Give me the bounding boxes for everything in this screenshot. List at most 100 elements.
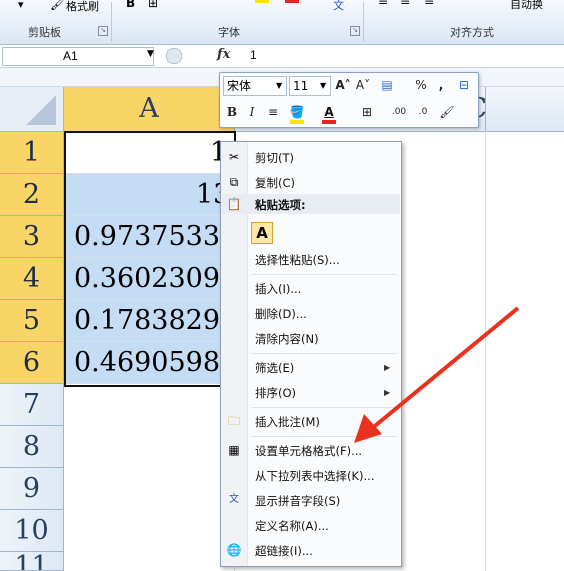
name-box[interactable]: A1 ▼ xyxy=(2,47,154,66)
formula-bar-resize-handle[interactable] xyxy=(166,48,182,64)
font-size-dropdown[interactable]: 11 ▼ xyxy=(289,76,331,96)
font-color-icon[interactable]: A xyxy=(320,103,338,121)
borders-icon[interactable]: ⊞ xyxy=(358,103,376,121)
align-left-icon[interactable]: ≡ xyxy=(378,0,388,8)
font-color-swatch xyxy=(322,120,336,124)
border-button-partial[interactable]: ⊞ xyxy=(148,0,158,10)
row-header-9[interactable]: 9 xyxy=(0,468,64,510)
insert-function-button[interactable]: fx xyxy=(217,47,230,62)
select-all-triangle-icon xyxy=(26,95,56,125)
cell-a5-value: 0.1783829 xyxy=(74,305,221,336)
menu-item-clear-contents-label: 清除内容(N) xyxy=(255,332,319,346)
formula-input[interactable]: 1 xyxy=(250,48,257,62)
mini-toolbar: 宋体 ▼ 11 ▼ A˄ A˅ ▤ % , ⊟ B I ≡ 🪣 A ⊞ .00 … xyxy=(219,72,479,128)
format-painter-icon: 🖌 xyxy=(50,0,66,11)
menu-item-insert-comment-label: 插入批注(M) xyxy=(255,415,320,429)
font-launcher-icon[interactable]: ↘ xyxy=(350,26,360,36)
format-painter-button[interactable]: 格式刷 xyxy=(66,0,99,14)
increase-decimal-icon[interactable]: .00 xyxy=(390,103,408,121)
row-header-5[interactable]: 5 xyxy=(0,300,64,342)
phonetic-icon: 文 xyxy=(229,494,239,505)
menu-item-copy-label: 复制(C) xyxy=(255,176,296,190)
cell-a1[interactable]: 1 xyxy=(64,132,234,174)
decrease-font-icon[interactable]: A˅ xyxy=(354,76,372,94)
increase-font-icon[interactable]: A˄ xyxy=(334,76,352,94)
decrease-decimal-icon[interactable]: .0 xyxy=(414,103,432,121)
name-box-dropdown-icon[interactable]: ▼ xyxy=(147,49,154,59)
cell-a3-value: 0.9737533 xyxy=(74,221,221,252)
annotation-arrow-icon xyxy=(354,306,520,443)
fill-color-icon[interactable] xyxy=(255,0,269,3)
cell-a6[interactable]: 0.4690598 xyxy=(64,342,234,384)
bold-icon[interactable]: B xyxy=(223,103,241,121)
copy-icon: ⧉ xyxy=(229,175,239,189)
wrap-text-button-partial[interactable]: 自动换 xyxy=(510,0,543,12)
ribbon: ▾ 🖌 格式刷 剪贴板 ↘ B ⊞ 文 字体 ↘ ≡ ≡ ≡ 自动换 对齐方式 xyxy=(0,0,564,45)
row-header-6[interactable]: 6 xyxy=(0,342,64,384)
paste-icon: 📋 xyxy=(226,197,242,211)
annotation-arrow-head xyxy=(354,414,382,443)
cell-a5[interactable]: 0.1783829 xyxy=(64,300,234,342)
menu-item-pick-from-list[interactable]: 从下拉列表中选择(K)... xyxy=(221,464,401,486)
cell-a4-value: 0.3602309 xyxy=(74,263,221,294)
clipboard-group-label: 剪贴板 xyxy=(28,26,61,39)
menu-item-paste-special-label: 选择性粘贴(S)... xyxy=(255,253,340,267)
cell-a2[interactable]: 13 xyxy=(64,174,234,216)
row-header-10[interactable]: 10 xyxy=(0,510,64,552)
row-header-4[interactable]: 4 xyxy=(0,258,64,300)
name-box-value: A1 xyxy=(63,49,78,63)
row-header-7[interactable]: 7 xyxy=(0,384,64,426)
paste-options-label: 粘贴选项: xyxy=(255,198,306,212)
percent-style-button[interactable]: % xyxy=(412,76,430,94)
menu-item-hyperlink[interactable]: 🌐 超链接(I)... xyxy=(221,539,401,561)
accounting-format-icon[interactable]: ▤ xyxy=(378,76,396,94)
row-header-11[interactable]: 11 xyxy=(0,552,64,571)
menu-item-define-name-label: 定义名称(A)... xyxy=(255,519,329,533)
menu-item-define-name[interactable]: 定义名称(A)... xyxy=(221,514,401,536)
formula-bar: A1 ▼ fx 1 xyxy=(0,45,564,68)
italic-icon[interactable]: I xyxy=(243,103,261,121)
paste-values-button[interactable]: A xyxy=(251,222,273,244)
cell-a3[interactable]: 0.9737533 xyxy=(64,216,234,258)
comma-style-button[interactable]: , xyxy=(432,76,450,94)
font-name-dropdown[interactable]: 宋体 ▼ xyxy=(223,76,287,96)
menu-item-filter-label: 筛选(E) xyxy=(255,361,295,375)
format-painter-icon[interactable]: 🖌 xyxy=(438,103,456,121)
hyperlink-icon: 🌐 xyxy=(226,543,242,557)
row-header-2[interactable]: 2 xyxy=(0,174,64,216)
cell-a4[interactable]: 0.3602309 xyxy=(64,258,234,300)
ribbon-separator xyxy=(363,2,364,42)
menu-item-insert[interactable]: 插入(I)... xyxy=(221,277,401,299)
chevron-down-icon: ▼ xyxy=(276,81,283,90)
menu-item-cut[interactable]: ✂ 剪切(T) xyxy=(221,146,401,168)
bold-button-partial[interactable]: B xyxy=(126,0,135,10)
column-header-a[interactable]: A xyxy=(64,87,235,132)
align-right-icon[interactable]: ≡ xyxy=(424,0,434,8)
row-header-8[interactable]: 8 xyxy=(0,426,64,468)
scissors-icon: ✂ xyxy=(228,150,240,164)
cell-a6-value: 0.4690598 xyxy=(74,347,221,378)
menu-item-copy[interactable]: ⧉ 复制(C) xyxy=(221,171,401,193)
menu-item-format-cells-label: 设置单元格格式(F)... xyxy=(255,444,363,458)
font-group-label: 字体 xyxy=(218,26,240,39)
row-header-1[interactable]: 1 xyxy=(0,132,64,174)
fill-color-icon[interactable]: 🪣 xyxy=(288,103,306,121)
font-color-icon[interactable] xyxy=(285,0,299,3)
center-align-icon[interactable]: ≡ xyxy=(264,103,282,121)
paste-dropdown-icon[interactable]: ▾ xyxy=(18,0,24,11)
select-all-corner[interactable] xyxy=(0,87,64,132)
row-header-3[interactable]: 3 xyxy=(0,216,64,258)
align-center-icon[interactable]: ≡ xyxy=(400,0,410,8)
column-header-d[interactable] xyxy=(486,87,564,132)
fill-color-swatch xyxy=(290,120,304,124)
annotation-arrow-shaft xyxy=(368,306,520,432)
font-name-value: 宋体 xyxy=(227,79,252,93)
phonetic-button-partial[interactable]: 文 xyxy=(333,0,344,13)
chevron-down-icon: ▼ xyxy=(320,81,327,90)
font-size-value: 11 xyxy=(293,79,309,93)
merge-cells-icon[interactable]: ⊟ xyxy=(455,76,473,94)
menu-item-paste-special[interactable]: 选择性粘贴(S)... xyxy=(221,248,401,270)
clipboard-launcher-icon[interactable]: ↘ xyxy=(98,26,108,36)
menu-item-show-phonetic[interactable]: 文 显示拼音字段(S) xyxy=(221,489,401,511)
menu-item-show-phonetic-label: 显示拼音字段(S) xyxy=(255,494,341,508)
